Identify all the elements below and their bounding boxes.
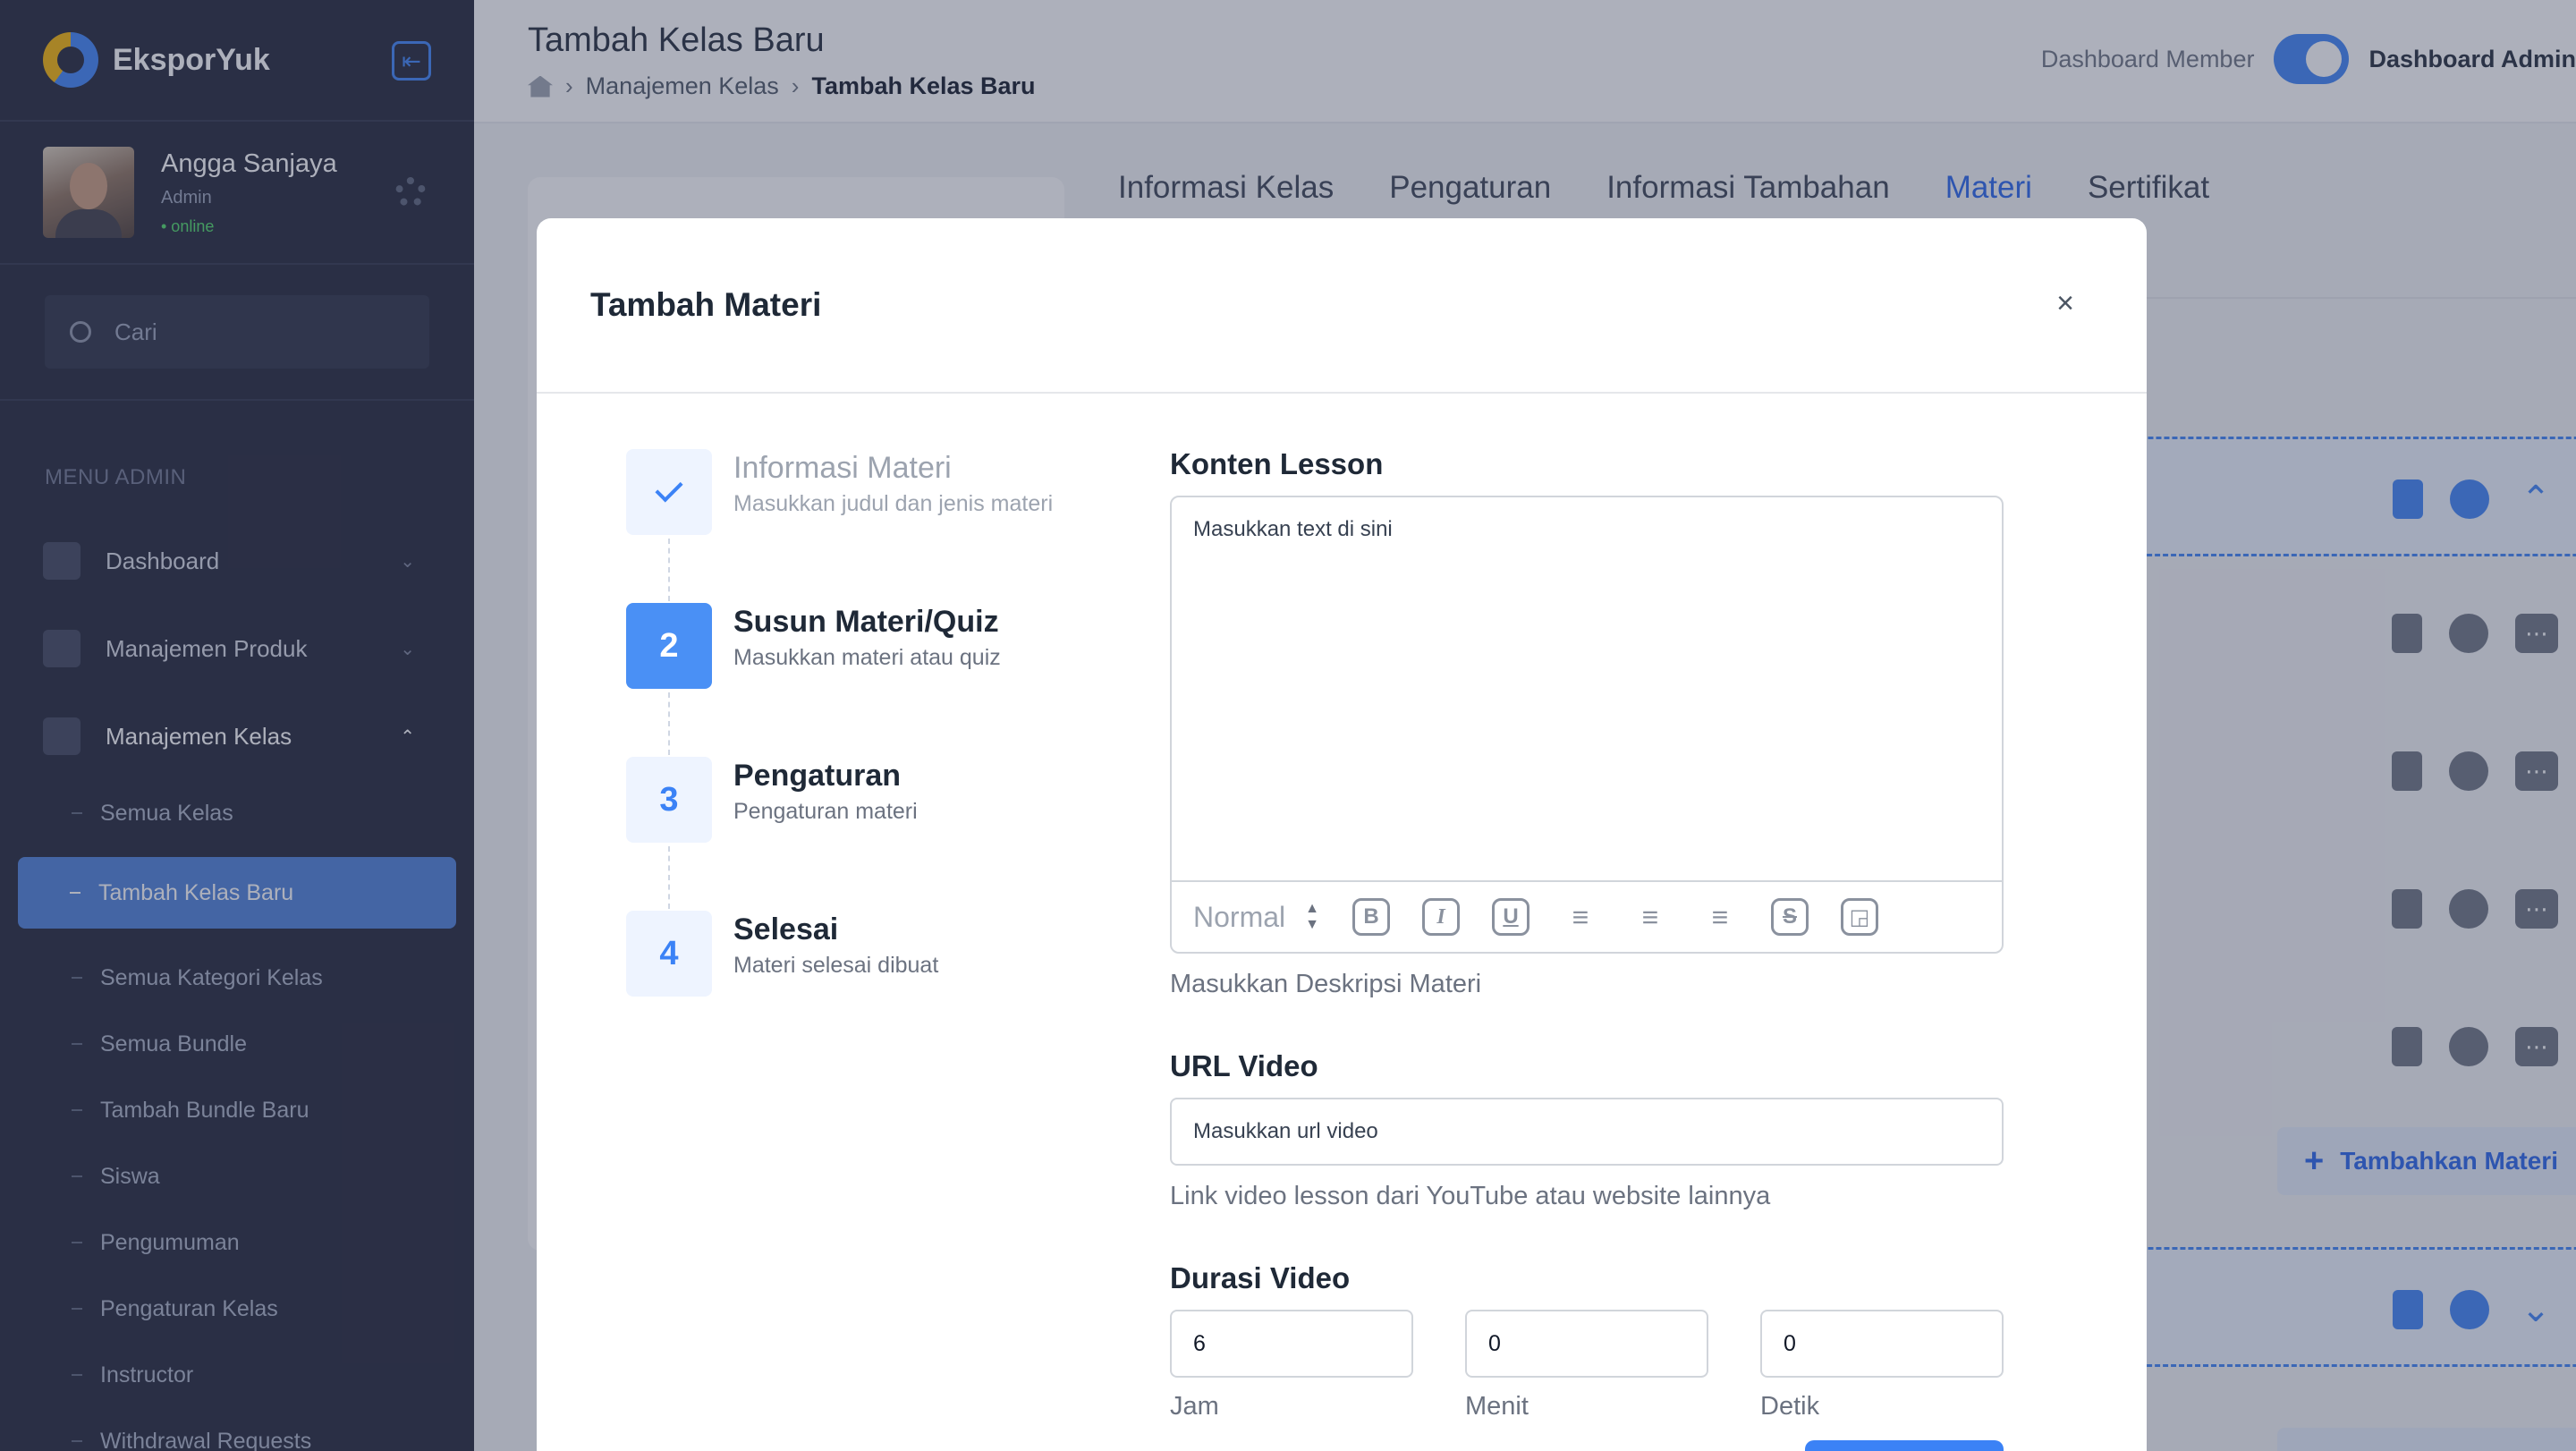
lesson-form: Konten Lesson Masukkan text di sini Norm… bbox=[1170, 447, 2004, 1421]
step-badge: 2 bbox=[626, 603, 712, 689]
step-informasi-materi[interactable]: Informasi Materi Masukkan judul dan jeni… bbox=[626, 449, 1053, 603]
seconds-input[interactable]: 0 bbox=[1760, 1310, 2004, 1378]
step-subtitle: Pengaturan materi bbox=[733, 799, 918, 824]
rich-text-editor[interactable]: Masukkan text di sini Normal ▲ ▼ B I U ≡ … bbox=[1170, 496, 2004, 954]
step-pengaturan[interactable]: 3 Pengaturan Pengaturan materi bbox=[626, 757, 1053, 911]
align-center-icon[interactable]: ≡ bbox=[1631, 898, 1669, 936]
tambah-materi-modal: Tambah Materi × Informasi Materi Masukka… bbox=[537, 218, 2147, 1451]
align-left-icon[interactable]: ≡ bbox=[1562, 898, 1599, 936]
step-title: Susun Materi/Quiz bbox=[733, 605, 999, 639]
step-badge: 3 bbox=[626, 757, 712, 843]
modal-title: Tambah Materi bbox=[590, 286, 822, 323]
step-title: Selesai bbox=[733, 912, 839, 946]
url-video-input[interactable]: Masukkan url video bbox=[1170, 1098, 2004, 1166]
url-label: URL Video bbox=[1170, 1049, 1318, 1082]
step-connector bbox=[668, 539, 670, 601]
minutes-input[interactable]: 0 bbox=[1465, 1310, 1708, 1378]
seconds-label: Detik bbox=[1760, 1392, 1820, 1421]
duration-label: Durasi Video bbox=[1170, 1261, 1351, 1294]
url-placeholder: Masukkan url video bbox=[1193, 1119, 1378, 1143]
close-icon[interactable]: × bbox=[2052, 288, 2079, 318]
modal-header: Tambah Materi × bbox=[537, 218, 2147, 394]
step-title: Informasi Materi bbox=[733, 451, 952, 485]
step-badge: 4 bbox=[626, 911, 712, 997]
step-subtitle: Masukkan materi atau quiz bbox=[733, 645, 1001, 670]
check-icon bbox=[655, 474, 683, 503]
stepper: Informasi Materi Masukkan judul dan jeni… bbox=[626, 449, 1053, 1065]
step-connector bbox=[668, 692, 670, 755]
hours-label: Jam bbox=[1170, 1392, 1219, 1421]
underline-icon[interactable]: U bbox=[1492, 898, 1530, 936]
next-button[interactable] bbox=[1805, 1440, 2004, 1451]
italic-icon[interactable]: I bbox=[1422, 898, 1460, 936]
select-arrows-icon[interactable]: ▲ ▼ bbox=[1304, 901, 1320, 933]
step-susun-materi[interactable]: 2 Susun Materi/Quiz Masukkan materi atau… bbox=[626, 603, 1053, 757]
minutes-label: Menit bbox=[1465, 1392, 1529, 1421]
bold-icon[interactable]: B bbox=[1352, 898, 1390, 936]
editor-placeholder: Masukkan text di sini bbox=[1193, 517, 1393, 541]
url-help: Link video lesson dari YouTube atau webs… bbox=[1170, 1182, 1771, 1210]
image-icon[interactable]: ◲ bbox=[1841, 898, 1878, 936]
strikethrough-icon[interactable]: S bbox=[1771, 898, 1809, 936]
step-connector bbox=[668, 846, 670, 909]
duration-row: 6 Jam 0 Menit 0 Detik bbox=[1170, 1310, 2004, 1421]
step-badge bbox=[626, 449, 712, 535]
content-label: Konten Lesson bbox=[1170, 447, 1384, 480]
step-subtitle: Masukkan judul dan jenis materi bbox=[733, 491, 1054, 516]
format-select[interactable]: Normal bbox=[1193, 901, 1285, 934]
editor-toolbar: Normal ▲ ▼ B I U ≡ ≡ ≡ S ◲ bbox=[1172, 880, 2002, 952]
step-subtitle: Materi selesai dibuat bbox=[733, 953, 939, 978]
content-help: Masukkan Deskripsi Materi bbox=[1170, 970, 1482, 998]
step-selesai[interactable]: 4 Selesai Materi selesai dibuat bbox=[626, 911, 1053, 1065]
hours-input[interactable]: 6 bbox=[1170, 1310, 1413, 1378]
step-title: Pengaturan bbox=[733, 759, 902, 793]
align-right-icon[interactable]: ≡ bbox=[1701, 898, 1739, 936]
